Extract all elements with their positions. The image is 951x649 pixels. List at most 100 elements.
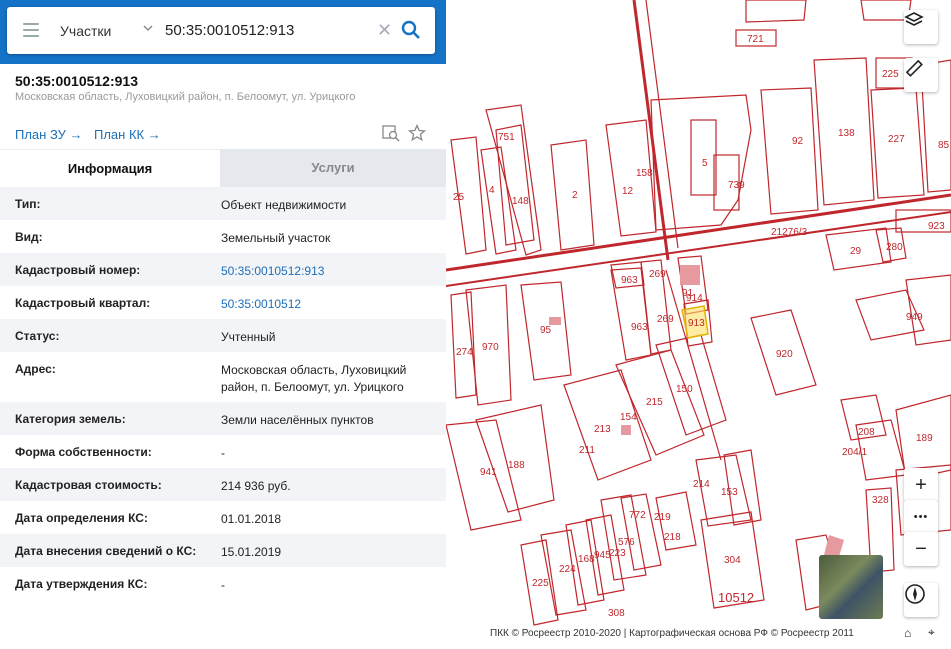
chevron-down-icon[interactable]: [141, 21, 155, 35]
map-label: 923: [928, 221, 945, 232]
ruler-button[interactable]: [904, 58, 938, 92]
map-label: 280: [886, 242, 903, 253]
map-label: 920: [776, 349, 793, 360]
page-title: 50:35:0010512:913: [15, 73, 138, 89]
hamburger-menu-icon[interactable]: [23, 23, 39, 37]
map-label: 227: [888, 134, 905, 145]
tabs: Информация Услуги: [0, 149, 446, 188]
map-label: 25: [453, 192, 465, 203]
zoom-in-button[interactable]: +: [904, 468, 938, 502]
map-label: 148: [512, 196, 529, 207]
map-label: 2: [572, 190, 578, 201]
map-label: 150: [676, 384, 693, 395]
map-label: 21276/3: [771, 227, 808, 238]
info-row-entry-date: Дата внесения сведений о КС: 15.01.2019: [0, 534, 446, 567]
map-label: 5: [702, 158, 708, 169]
map-label: 308: [608, 608, 625, 619]
search-box: Участки 50:35:0010512:913 ✕: [7, 7, 435, 54]
row-label: Адрес:: [15, 362, 56, 376]
row-label: Дата внесения сведений о КС:: [15, 544, 197, 558]
map-label: 4: [489, 185, 495, 196]
map-label: 945: [594, 550, 611, 561]
star-icon[interactable]: [408, 124, 426, 142]
map-label: 941: [480, 467, 497, 478]
tab-info[interactable]: Информация: [0, 149, 220, 188]
info-table: Тип: Объект недвижимости Вид: Земельный …: [0, 187, 446, 600]
locate-icon[interactable]: ⌖: [928, 625, 935, 640]
map-label: 751: [498, 132, 515, 143]
cadastral-map[interactable]: 721 225 92 138 227 85 751 158 5 739 4 14…: [446, 0, 951, 649]
map-label: 963: [621, 275, 638, 286]
map-label: 211: [579, 445, 595, 456]
row-value: Учтенный: [221, 330, 276, 344]
row-value: Объект недвижимости: [221, 198, 347, 212]
row-value: -: [221, 446, 225, 460]
row-label: Статус:: [15, 329, 60, 343]
compass-icon: [905, 584, 925, 604]
map-label: 328: [872, 495, 889, 506]
map-label: 189: [916, 433, 933, 444]
row-value: -: [221, 578, 225, 592]
clear-icon[interactable]: ✕: [377, 20, 392, 41]
map-label: 92: [792, 136, 804, 147]
map-label: 138: [838, 128, 855, 139]
tab-services[interactable]: Услуги: [220, 149, 446, 187]
row-label: Дата определения КС:: [15, 511, 148, 525]
object-address: Московская область, Луховицкий район, п.…: [15, 91, 356, 103]
row-label: Форма собственности:: [15, 445, 152, 459]
info-row-land-category: Категория земель: Земли населённых пункт…: [0, 402, 446, 435]
row-value: Земельный участок: [221, 231, 331, 245]
plan-zu-link[interactable]: План ЗУ →: [15, 127, 83, 142]
info-row-cadastral-value: Кадастровая стоимость: 214 936 руб.: [0, 468, 446, 501]
cadastral-number-link[interactable]: 50:35:0010512:913: [221, 263, 436, 280]
row-value: 15.01.2019: [221, 545, 282, 559]
map-label: 10512: [718, 590, 754, 605]
info-row-address: Адрес: Московская область, Луховицкий ра…: [0, 352, 446, 402]
plan-kk-link[interactable]: План КК →: [94, 127, 161, 142]
row-value: 214 936 руб.: [221, 479, 291, 493]
info-panel: 50:35:0010512:913 Московская область, Лу…: [0, 64, 447, 649]
map-label: 963: [631, 322, 648, 333]
compass-button[interactable]: [904, 583, 938, 617]
row-label: Вид:: [15, 230, 43, 244]
map-label: 970: [482, 342, 499, 353]
row-label: Дата утверждения КС:: [15, 577, 148, 591]
map-label: 158: [636, 168, 653, 179]
zoom-out-button[interactable]: −: [904, 532, 938, 566]
ruler-icon: [905, 59, 923, 77]
map-label: 218: [664, 532, 681, 543]
home-icon[interactable]: ⌂: [904, 626, 911, 640]
row-value: 01.01.2018: [221, 512, 282, 526]
more-button[interactable]: •••: [904, 500, 938, 534]
map-label: 154: [620, 412, 637, 423]
map-label: 12: [622, 186, 634, 197]
map-label: 913: [688, 318, 705, 329]
search-button[interactable]: [400, 19, 422, 41]
map-label: 168: [578, 554, 595, 565]
map-label: 95: [540, 325, 552, 336]
map-label: 576: [618, 537, 635, 548]
info-row-type: Тип: Объект недвижимости: [0, 187, 446, 220]
map-label: 914: [686, 293, 703, 304]
map-label: 304: [724, 555, 741, 566]
map-label: 213: [594, 424, 611, 435]
cadastral-quarter-link[interactable]: 50:35:0010512: [221, 296, 436, 313]
map-label: 772: [629, 510, 646, 521]
satellite-basemap-toggle[interactable]: [819, 555, 883, 619]
layers-button[interactable]: [904, 10, 938, 44]
map-label: 269: [657, 314, 674, 325]
info-row-status: Статус: Учтенный: [0, 319, 446, 352]
search-scope-select[interactable]: Участки: [60, 23, 111, 39]
row-label: Категория земель:: [15, 412, 126, 426]
map-label: 29: [850, 246, 862, 257]
info-row-value-date: Дата определения КС: 01.01.2018: [0, 501, 446, 534]
find-on-map-icon[interactable]: [382, 124, 400, 142]
map-canvas[interactable]: 721 225 92 138 227 85 751 158 5 739 4 14…: [446, 0, 951, 649]
search-input[interactable]: 50:35:0010512:913: [165, 22, 294, 39]
map-label: 949: [906, 312, 923, 323]
map-label: 225: [882, 69, 899, 80]
info-row-cadastral-quarter: Кадастровый квартал: 50:35:0010512: [0, 286, 446, 319]
top-bar: Участки 50:35:0010512:913 ✕ ‹: [0, 0, 461, 64]
map-label: 223: [609, 548, 626, 559]
row-label: Кадастровый квартал:: [15, 296, 151, 310]
